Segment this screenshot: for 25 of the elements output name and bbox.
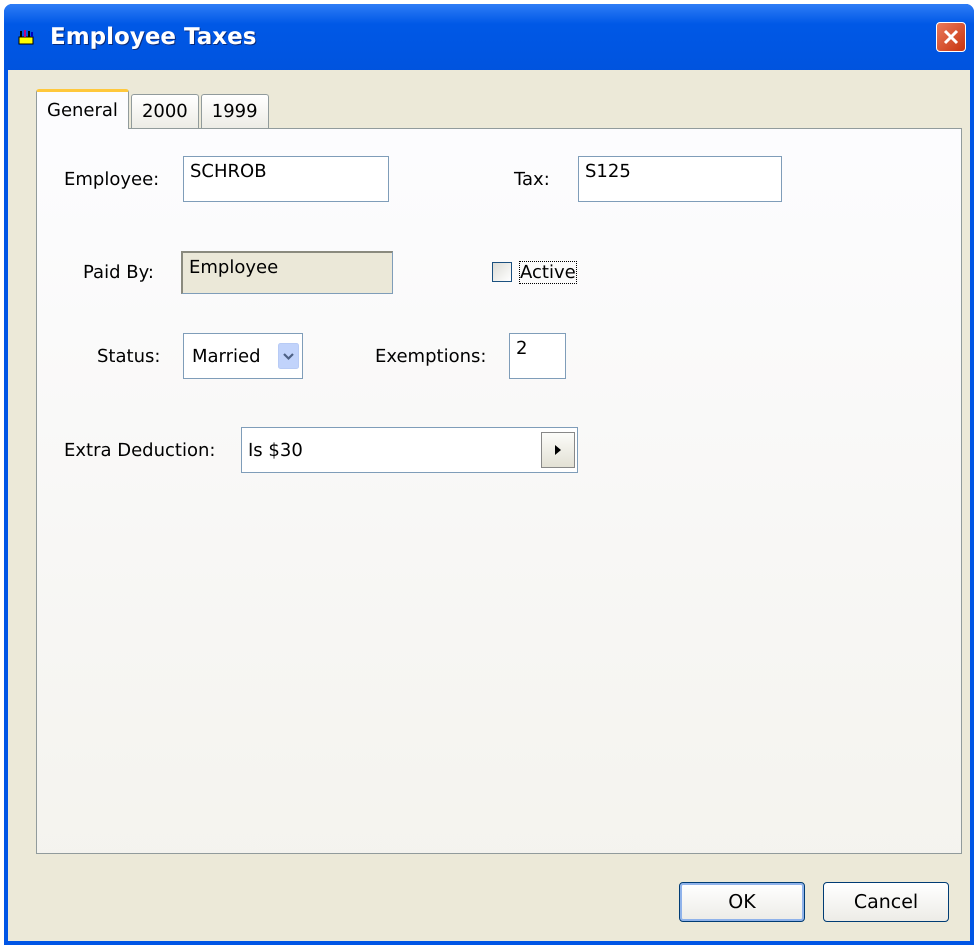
ok-button[interactable]: OK [679, 882, 805, 922]
tax-field[interactable]: S125 [578, 156, 782, 202]
close-button[interactable] [936, 22, 966, 52]
app-icon [18, 29, 34, 45]
tax-label: Tax: [514, 168, 551, 190]
status-dropdown[interactable]: Married [183, 333, 303, 379]
tab[interactable]: 2000 [130, 94, 199, 128]
employee-code-field[interactable]: SCHROB [183, 156, 389, 202]
extra-deduction-label: Extra Deduction: [64, 440, 216, 460]
chevron-down-icon [278, 343, 299, 369]
cancel-button[interactable]: Cancel [823, 882, 949, 922]
active-checkbox[interactable] [492, 262, 512, 282]
status-label: Status: [97, 346, 162, 366]
extra-deduction-field[interactable]: Is $30 [241, 427, 578, 473]
window-title: Employee Taxes [50, 24, 258, 50]
tab[interactable]: 1999 [200, 94, 269, 128]
triangle-right-icon [555, 445, 561, 455]
active-label[interactable]: Active [520, 262, 576, 282]
expand-button[interactable] [541, 432, 575, 468]
tab[interactable]: General [36, 89, 129, 129]
close-icon [942, 28, 960, 46]
employee-label: Employee: [64, 168, 160, 190]
paid-by-label: Paid By: [83, 262, 155, 282]
exemptions-field[interactable]: 2 [509, 333, 566, 379]
exemptions-label: Exemptions: [375, 346, 488, 366]
